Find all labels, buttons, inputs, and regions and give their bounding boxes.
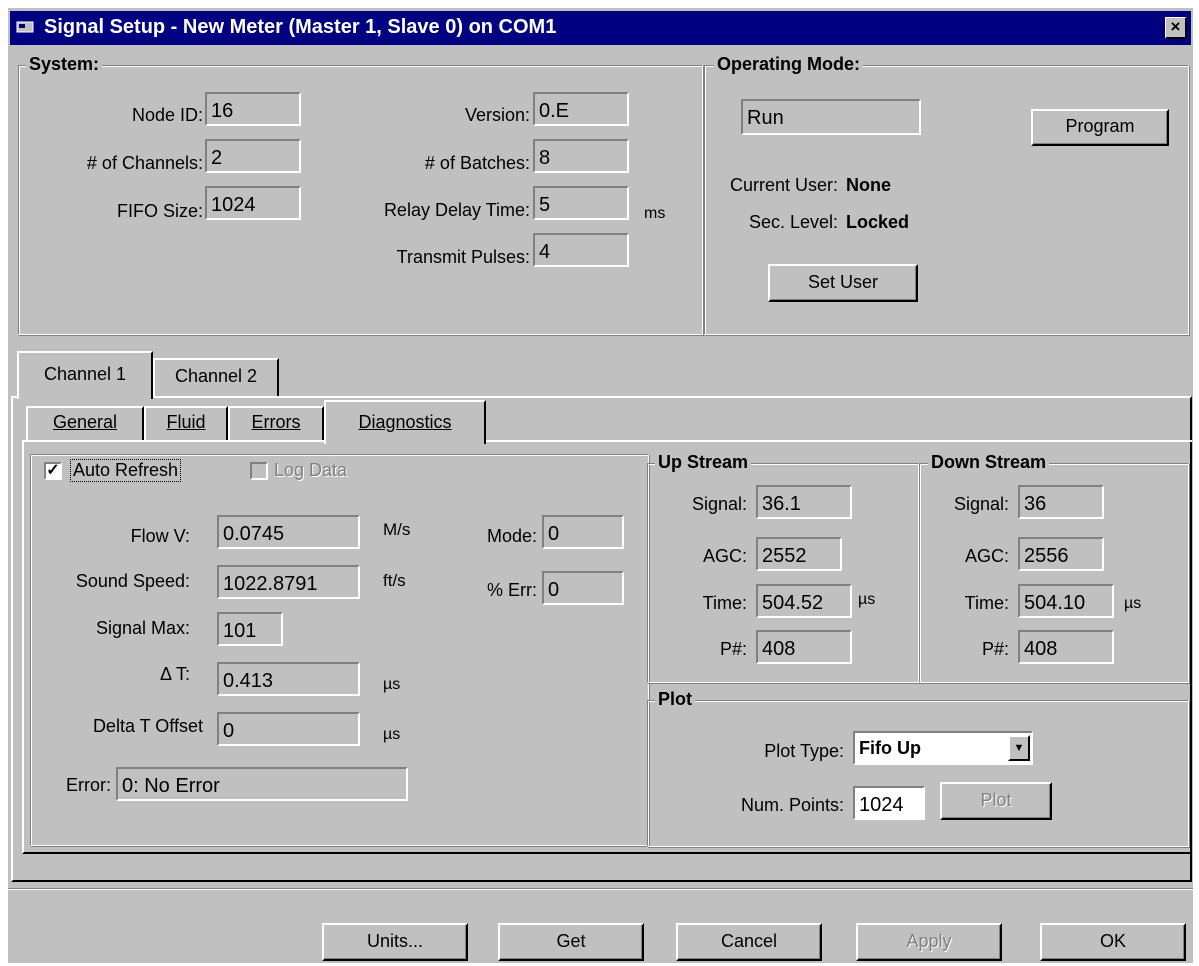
signal-setup-window: Signal Setup - New Meter (Master 1, Slav… [8,8,1193,963]
downstream-time-unit: µs [1124,595,1142,612]
ok-button[interactable]: OK [1040,923,1186,961]
fifo-size-label: FIFO Size: [116,201,203,221]
plot-type-select[interactable]: Fifo Up [853,731,1033,765]
bottom-divider [8,888,1193,890]
percent-error-field: 0 [542,571,624,605]
error-field: 0: No Error [116,767,408,801]
close-button[interactable]: × [1165,17,1187,39]
node-id-field: 16 [205,92,301,126]
sound-speed-field: 1022.8791 [217,565,360,599]
delta-t-label: Δ T: [159,664,190,684]
tab-channel-2[interactable]: Channel 2 [153,358,279,396]
flow-v-field: 0.0745 [217,515,360,549]
downstream-signal-field: 36 [1018,485,1104,519]
plot-label: Plot [655,689,695,710]
delta-t-unit: µs [383,676,401,693]
relay-delay-field: 5 [533,186,629,220]
upstream-p-field: 408 [756,630,852,664]
mode-label: Mode: [486,526,537,546]
version-label: Version: [464,105,530,125]
transmit-pulses-label: Transmit Pulses: [396,247,530,267]
upstream-agc-label: AGC: [702,546,747,566]
channels-label: # of Channels: [86,153,203,173]
signal-max-label: Signal Max: [95,618,190,638]
tab-fluid[interactable]: Fluid [144,406,228,442]
set-user-button[interactable]: Set User [768,264,918,302]
channels-field: 2 [205,139,301,173]
program-button[interactable]: Program [1031,109,1169,146]
upstream-time-label: Time: [702,593,747,613]
units-button[interactable]: Units... [322,923,468,961]
transmit-pulses-field: 4 [533,233,629,267]
delta-t-field: 0.413 [217,662,360,696]
downstream-signal-label: Signal: [953,494,1009,514]
downstream-label: Down Stream [928,452,1050,473]
upstream-label: Up Stream [655,452,752,473]
error-label: Error: [66,775,111,795]
fifo-size-field: 1024 [205,186,301,220]
relay-delay-unit: ms [644,205,666,222]
operating-mode-label: Operating Mode: [714,54,863,75]
delta-t-offset-label: Delta T Offset [92,716,203,736]
version-field: 0.E [533,92,629,126]
tab-channel-1[interactable]: Channel 1 [17,351,153,399]
upstream-signal-label: Signal: [691,494,747,514]
num-points-label: Num. Points: [740,795,844,815]
downstream-agc-label: AGC: [964,546,1009,566]
cancel-button[interactable]: Cancel [676,923,822,961]
flow-v-unit: M/s [383,520,411,539]
sec-level-label: Sec. Level: [748,212,838,232]
downstream-agc-field: 2556 [1018,537,1104,571]
get-button[interactable]: Get [498,923,644,961]
title-bar[interactable]: Signal Setup - New Meter (Master 1, Slav… [10,11,1191,45]
downstream-p-label: P#: [981,639,1009,659]
mode-field: 0 [542,515,624,549]
tab-errors[interactable]: Errors [228,406,324,442]
log-data-label: Log Data [274,460,348,480]
downstream-time-label: Time: [964,593,1009,613]
upstream-time-unit: µs [858,591,876,608]
num-points-input[interactable]: 1024 [853,786,925,820]
apply-button[interactable]: Apply [856,923,1002,961]
current-user-value: None [846,175,891,195]
system-group-label: System: [26,54,103,75]
sound-speed-label: Sound Speed: [75,571,190,591]
plot-group [647,700,1189,847]
plot-type-value: Fifo Up [859,738,921,758]
plot-button[interactable]: Plot [940,782,1052,820]
signal-max-field: 101 [217,612,283,646]
app-icon [16,21,34,33]
relay-delay-label: Relay Delay Time: [383,200,530,220]
sec-level-value: Locked [846,212,910,232]
auto-refresh-label[interactable]: Auto Refresh [70,459,182,482]
upstream-p-label: P#: [719,639,747,659]
tab-general[interactable]: General [26,406,144,442]
plot-type-label: Plot Type: [764,741,844,761]
downstream-time-field: 504.10 [1018,584,1114,618]
delta-t-offset-field: 0 [217,712,360,746]
node-id-label: Node ID: [131,105,203,125]
sound-speed-unit: ft/s [383,571,406,590]
upstream-agc-field: 2552 [756,537,842,571]
flow-v-label: Flow V: [130,526,190,546]
upstream-time-field: 504.52 [756,584,852,618]
tab-diagnostics[interactable]: Diagnostics [324,400,486,444]
upstream-signal-field: 36.1 [756,485,852,519]
delta-t-offset-unit: µs [383,726,401,743]
operating-mode-field: Run [741,99,921,135]
percent-error-label: % Err: [486,580,537,600]
log-data-checkbox[interactable] [250,462,268,480]
batches-label: # of Batches: [424,153,530,173]
current-user-label: Current User: [729,175,838,195]
auto-refresh-checkbox[interactable]: ✓ [44,462,62,480]
batches-field: 8 [533,139,629,173]
downstream-p-field: 408 [1018,630,1114,664]
dropdown-arrow-icon[interactable]: ▼ [1008,735,1030,761]
window-title: Signal Setup - New Meter (Master 1, Slav… [44,16,557,38]
